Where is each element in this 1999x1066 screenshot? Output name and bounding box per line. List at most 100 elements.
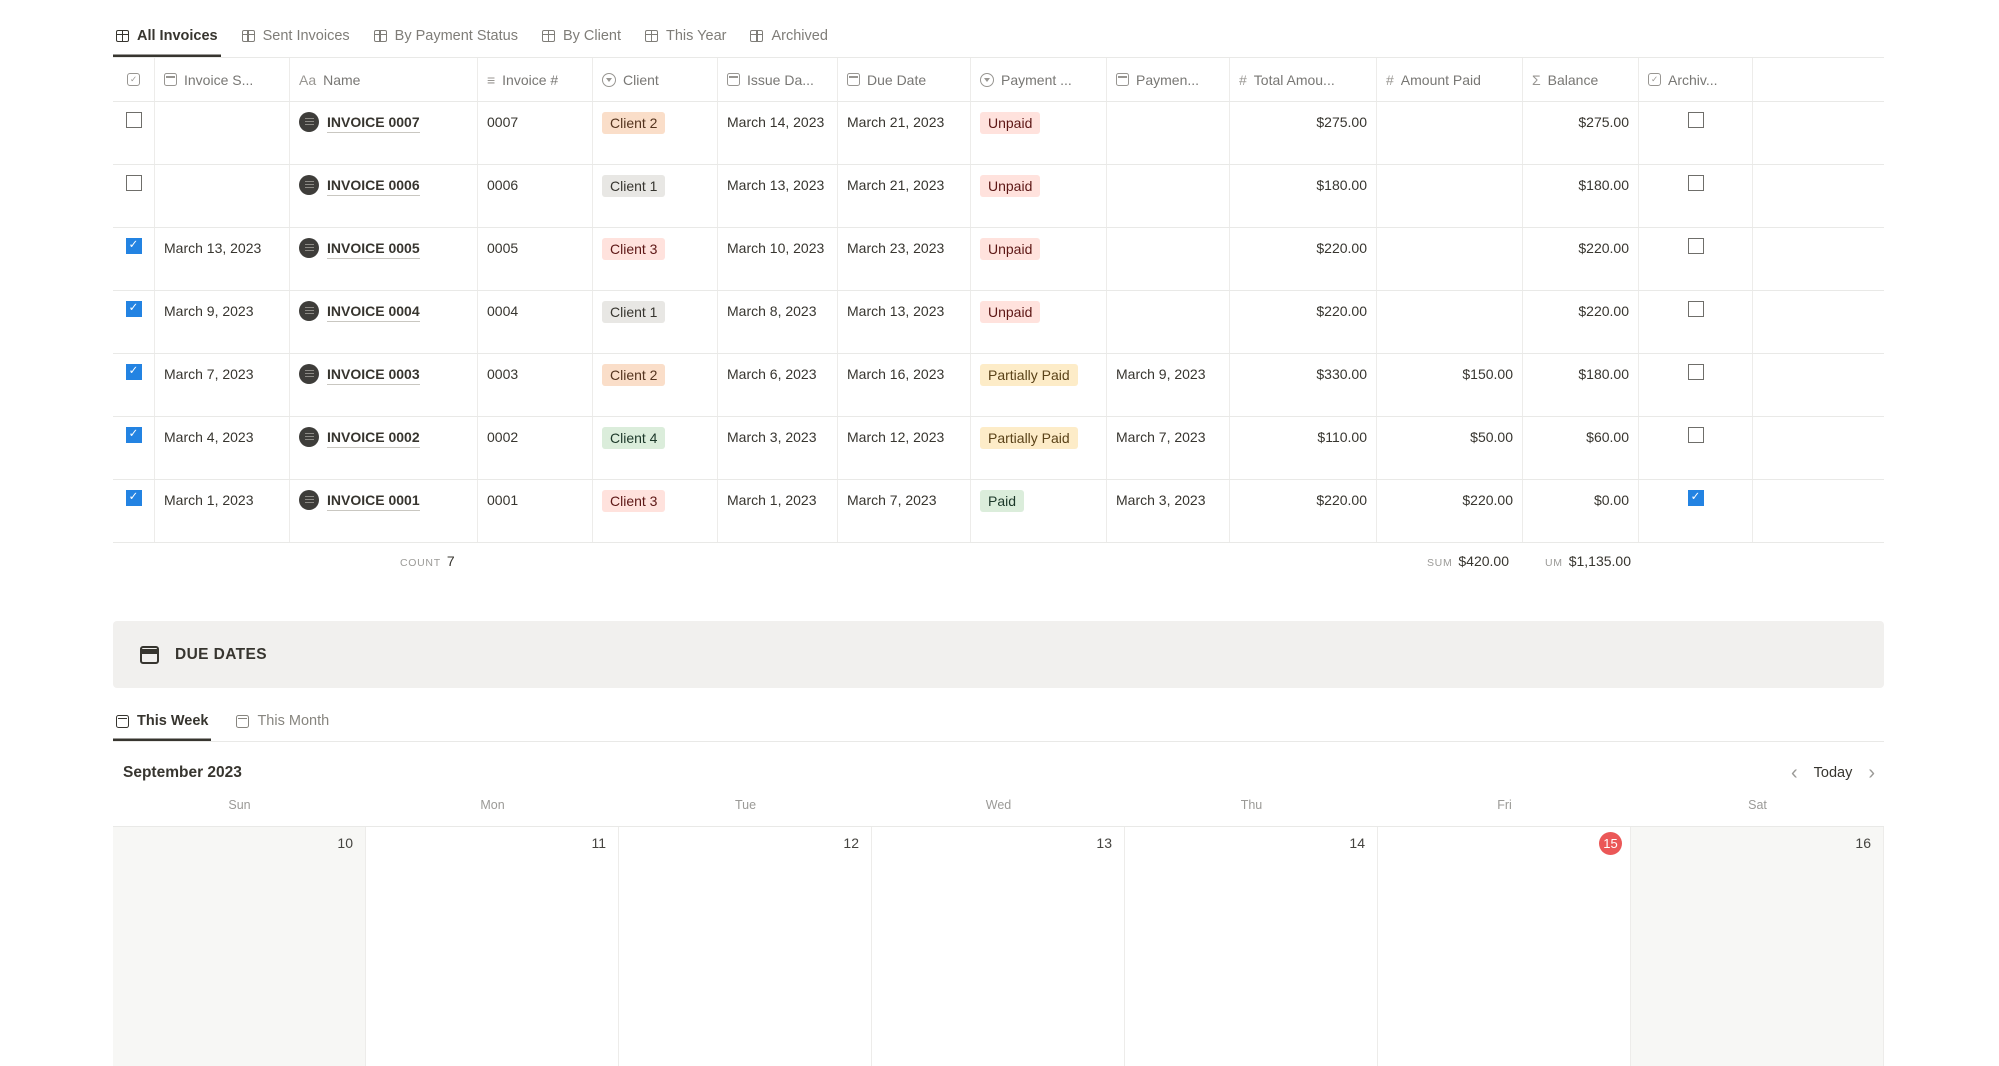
row-checkbox[interactable]	[126, 490, 142, 506]
cell-payment-date[interactable]	[1107, 102, 1230, 164]
cell-amount-paid[interactable]	[1377, 228, 1523, 290]
column-header-payment-status[interactable]: Payment ...	[971, 58, 1107, 101]
select-all-header[interactable]	[113, 58, 155, 101]
cell-payment-date[interactable]: March 9, 2023	[1107, 354, 1230, 416]
cell-due-date[interactable]: March 21, 2023	[838, 102, 971, 164]
cell-invoice-number[interactable]: 0005	[478, 228, 593, 290]
archived-checkbox[interactable]	[1688, 427, 1704, 443]
sum-amount-paid-aggregate[interactable]: SUM $420.00	[1427, 553, 1509, 569]
invoice-name-link[interactable]: INVOICE 0006	[327, 175, 420, 196]
column-header-amount-paid[interactable]: #Amount Paid	[1377, 58, 1523, 101]
calendar-day-cell[interactable]: 11	[366, 827, 619, 1066]
calendar-day-cell[interactable]: 12	[619, 827, 872, 1066]
cell-amount-paid[interactable]	[1377, 165, 1523, 227]
cell-invoice-sent[interactable]	[155, 165, 290, 227]
today-button[interactable]: Today	[1814, 765, 1853, 781]
column-header-issue-date[interactable]: Issue Da...	[718, 58, 838, 101]
cell-payment-status[interactable]: Unpaid	[971, 228, 1107, 290]
cell-invoice-number[interactable]: 0006	[478, 165, 593, 227]
column-header-invoice-sent[interactable]: Invoice S...	[155, 58, 290, 101]
calendar-view-tab[interactable]: This Month	[233, 709, 332, 741]
invoice-name-link[interactable]: INVOICE 0007	[327, 112, 420, 133]
cell-issue-date[interactable]: March 3, 2023	[718, 417, 838, 479]
cell-select[interactable]	[113, 354, 155, 416]
table-row[interactable]: INVOICE 0007 0007 Client 2 March 14, 202…	[113, 102, 1884, 165]
cell-client[interactable]: Client 2	[593, 354, 718, 416]
cell-due-date[interactable]: March 13, 2023	[838, 291, 971, 353]
cell-balance[interactable]: $275.00	[1523, 102, 1639, 164]
archived-checkbox[interactable]	[1688, 238, 1704, 254]
calendar-day-cell[interactable]: 16	[1631, 827, 1884, 1066]
cell-payment-date[interactable]	[1107, 228, 1230, 290]
cell-amount-paid[interactable]	[1377, 102, 1523, 164]
cell-invoice-sent[interactable]: March 9, 2023	[155, 291, 290, 353]
count-aggregate[interactable]: COUNT 7	[400, 553, 455, 569]
chevron-left-icon[interactable]: ‹	[1791, 763, 1798, 783]
cell-invoice-number[interactable]: 0002	[478, 417, 593, 479]
row-checkbox[interactable]	[126, 364, 142, 380]
cell-invoice-sent[interactable]: March 1, 2023	[155, 480, 290, 542]
cell-amount-paid[interactable]: $150.00	[1377, 354, 1523, 416]
cell-select[interactable]	[113, 228, 155, 290]
cell-due-date[interactable]: March 21, 2023	[838, 165, 971, 227]
invoice-name-link[interactable]: INVOICE 0003	[327, 364, 420, 385]
cell-select[interactable]	[113, 417, 155, 479]
cell-payment-date[interactable]: March 3, 2023	[1107, 480, 1230, 542]
cell-client[interactable]: Client 1	[593, 165, 718, 227]
archived-checkbox[interactable]	[1688, 112, 1704, 128]
cell-total-amount[interactable]: $110.00	[1230, 417, 1377, 479]
cell-payment-status[interactable]: Unpaid	[971, 291, 1107, 353]
archived-checkbox[interactable]	[1688, 301, 1704, 317]
cell-invoice-number[interactable]: 0003	[478, 354, 593, 416]
cell-total-amount[interactable]: $220.00	[1230, 291, 1377, 353]
cell-archived[interactable]	[1639, 165, 1753, 227]
cell-total-amount[interactable]: $275.00	[1230, 102, 1377, 164]
cell-invoice-number[interactable]: 0007	[478, 102, 593, 164]
chevron-right-icon[interactable]: ›	[1868, 763, 1875, 783]
column-header-balance[interactable]: ΣBalance	[1523, 58, 1639, 101]
cell-payment-date[interactable]	[1107, 165, 1230, 227]
column-header-client[interactable]: Client	[593, 58, 718, 101]
cell-issue-date[interactable]: March 13, 2023	[718, 165, 838, 227]
row-checkbox[interactable]	[126, 301, 142, 317]
cell-balance[interactable]: $220.00	[1523, 228, 1639, 290]
cell-amount-paid[interactable]	[1377, 291, 1523, 353]
cell-total-amount[interactable]: $220.00	[1230, 480, 1377, 542]
cell-client[interactable]: Client 1	[593, 291, 718, 353]
table-row[interactable]: INVOICE 0006 0006 Client 1 March 13, 202…	[113, 165, 1884, 228]
row-checkbox[interactable]	[126, 427, 142, 443]
cell-payment-status[interactable]: Paid	[971, 480, 1107, 542]
column-header-archived[interactable]: Archiv...	[1639, 58, 1753, 101]
cell-name[interactable]: INVOICE 0003	[290, 354, 478, 416]
archived-checkbox[interactable]	[1688, 490, 1704, 506]
archived-checkbox[interactable]	[1688, 364, 1704, 380]
invoice-name-link[interactable]: INVOICE 0005	[327, 238, 420, 259]
calendar-day-cell[interactable]: 15	[1378, 827, 1631, 1066]
row-checkbox[interactable]	[126, 238, 142, 254]
calendar-day-cell[interactable]: 14	[1125, 827, 1378, 1066]
cell-name[interactable]: INVOICE 0001	[290, 480, 478, 542]
cell-name[interactable]: INVOICE 0005	[290, 228, 478, 290]
cell-issue-date[interactable]: March 14, 2023	[718, 102, 838, 164]
cell-archived[interactable]	[1639, 228, 1753, 290]
view-tab[interactable]: By Client	[539, 24, 624, 57]
cell-name[interactable]: INVOICE 0007	[290, 102, 478, 164]
cell-name[interactable]: INVOICE 0002	[290, 417, 478, 479]
cell-payment-status[interactable]: Partially Paid	[971, 417, 1107, 479]
cell-balance[interactable]: $60.00	[1523, 417, 1639, 479]
cell-payment-status[interactable]: Unpaid	[971, 102, 1107, 164]
table-row[interactable]: March 9, 2023 INVOICE 0004 0004 Client 1…	[113, 291, 1884, 354]
cell-amount-paid[interactable]: $220.00	[1377, 480, 1523, 542]
invoice-name-link[interactable]: INVOICE 0002	[327, 427, 420, 448]
column-header-due-date[interactable]: Due Date	[838, 58, 971, 101]
cell-client[interactable]: Client 4	[593, 417, 718, 479]
cell-archived[interactable]	[1639, 480, 1753, 542]
table-row[interactable]: March 4, 2023 INVOICE 0002 0002 Client 4…	[113, 417, 1884, 480]
cell-total-amount[interactable]: $330.00	[1230, 354, 1377, 416]
cell-invoice-sent[interactable]: March 7, 2023	[155, 354, 290, 416]
row-checkbox[interactable]	[126, 175, 142, 191]
cell-payment-date[interactable]: March 7, 2023	[1107, 417, 1230, 479]
archived-checkbox[interactable]	[1688, 175, 1704, 191]
cell-total-amount[interactable]: $180.00	[1230, 165, 1377, 227]
cell-select[interactable]	[113, 480, 155, 542]
